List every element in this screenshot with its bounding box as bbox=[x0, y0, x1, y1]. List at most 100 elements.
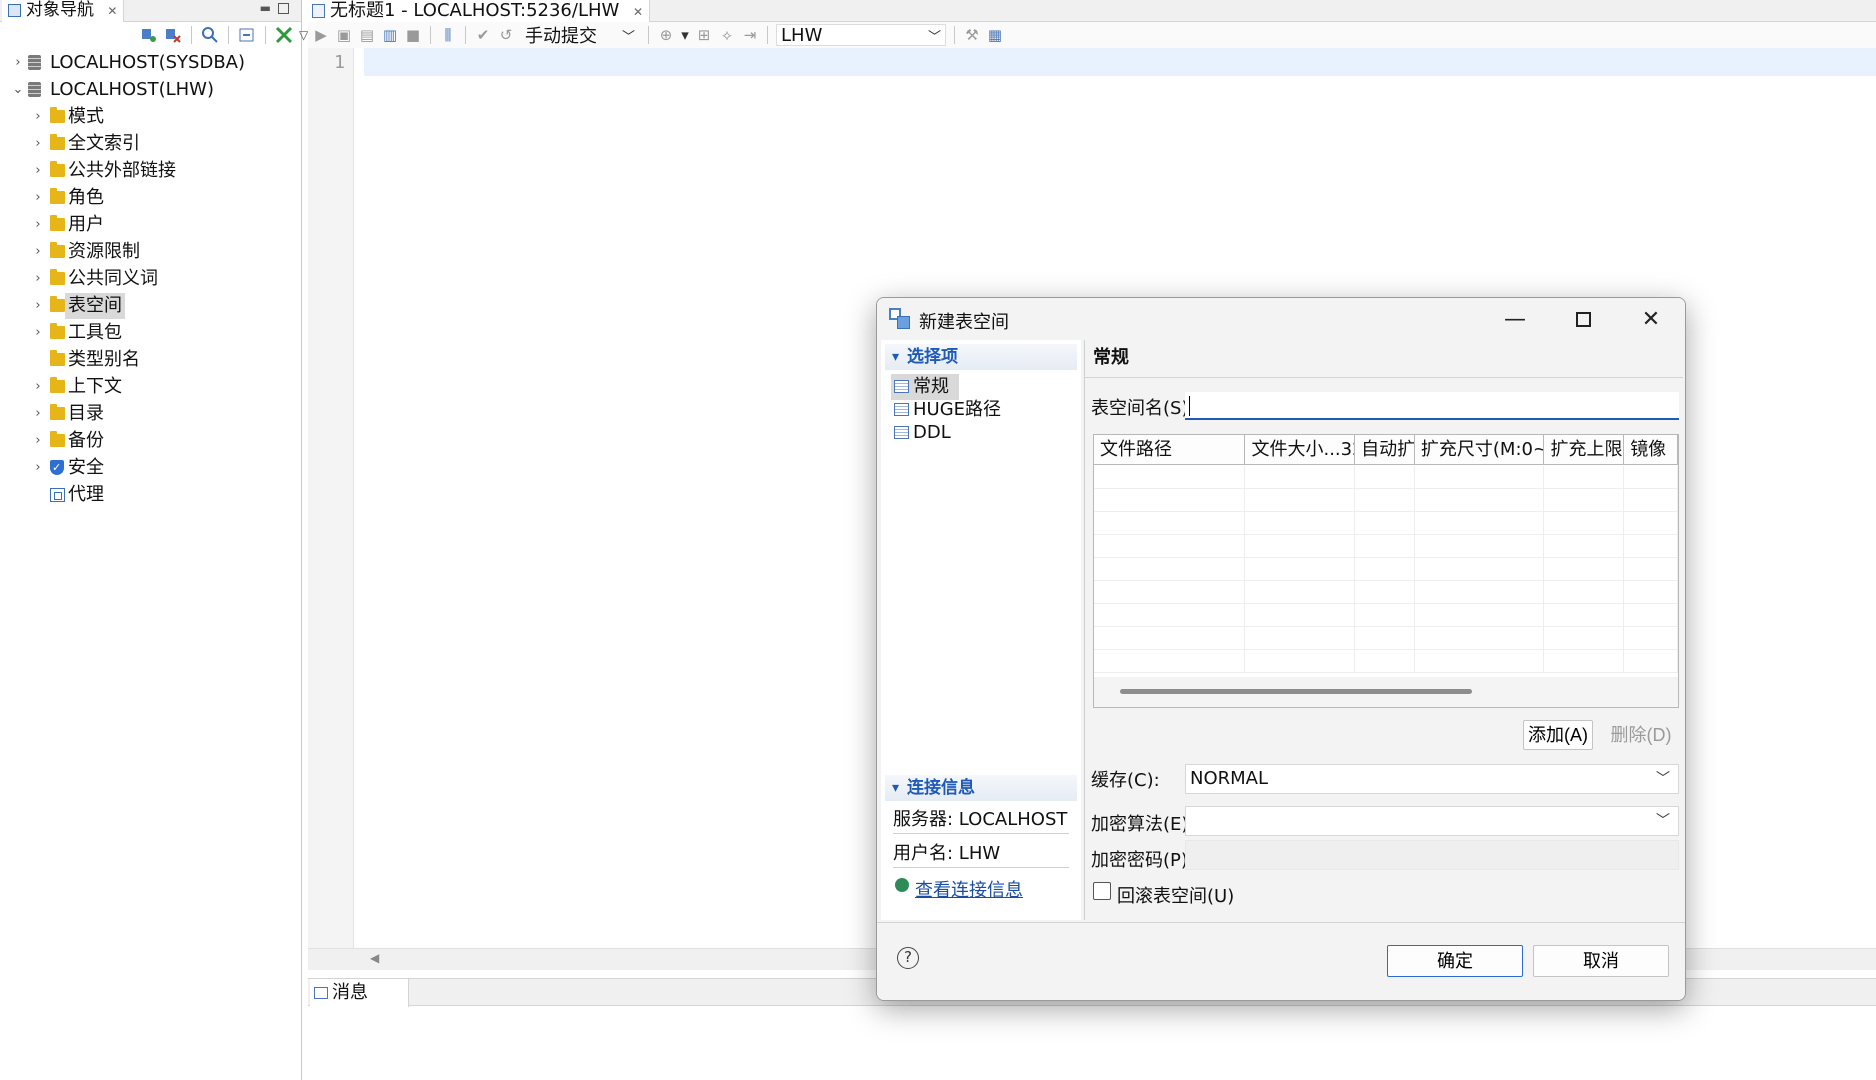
chevron-right-icon[interactable]: › bbox=[32, 374, 44, 400]
table-cell[interactable] bbox=[1094, 627, 1246, 650]
chevron-right-icon[interactable]: › bbox=[32, 266, 44, 292]
table-cell[interactable] bbox=[1355, 581, 1415, 604]
table-cell[interactable] bbox=[1544, 581, 1625, 604]
column-header[interactable]: 自动扩 bbox=[1355, 435, 1415, 465]
table-cell[interactable] bbox=[1094, 581, 1246, 604]
table-cell[interactable] bbox=[1094, 489, 1246, 512]
collapse-all-icon[interactable] bbox=[238, 26, 256, 44]
tree-item[interactable]: › 表空间 bbox=[0, 293, 300, 320]
tree-item[interactable]: › 公共外部链接 bbox=[0, 158, 300, 185]
table-cell[interactable] bbox=[1415, 627, 1545, 650]
delete-file-button[interactable]: 删除(D) bbox=[1603, 720, 1679, 750]
table-cell[interactable] bbox=[1415, 535, 1545, 558]
stop-icon[interactable]: ■ bbox=[404, 26, 422, 44]
tree-item[interactable]: › 安全 bbox=[0, 455, 300, 482]
tree-item[interactable]: › 全文索引 bbox=[0, 131, 300, 158]
table-horizontal-scrollbar[interactable] bbox=[1094, 677, 1678, 707]
table-cell[interactable] bbox=[1624, 581, 1678, 604]
table-cell[interactable] bbox=[1094, 604, 1246, 627]
tree-item[interactable]: › 备份 bbox=[0, 428, 300, 455]
connect-icon[interactable] bbox=[140, 26, 158, 44]
option-ddl[interactable]: DDL bbox=[891, 420, 961, 446]
table-cell[interactable] bbox=[1544, 627, 1625, 650]
table-row[interactable] bbox=[1094, 604, 1678, 627]
table-cell[interactable] bbox=[1094, 466, 1246, 489]
table-cell[interactable] bbox=[1624, 604, 1678, 627]
table-cell[interactable] bbox=[1355, 489, 1415, 512]
close-icon[interactable]: ✕ bbox=[107, 4, 117, 18]
table-cell[interactable] bbox=[1355, 627, 1415, 650]
sql-editor-text-area[interactable] bbox=[364, 48, 1876, 76]
table-cell[interactable] bbox=[1544, 466, 1625, 489]
table-cell[interactable] bbox=[1245, 466, 1356, 489]
run-selected-icon[interactable]: ▤ bbox=[358, 26, 376, 44]
table-row[interactable] bbox=[1094, 558, 1678, 581]
column-header[interactable]: 扩充上限 bbox=[1544, 435, 1625, 465]
table-cell[interactable] bbox=[1094, 650, 1246, 673]
table-cell[interactable] bbox=[1094, 558, 1246, 581]
editor-tab[interactable]: 无标题1 - LOCALHOST:5236/LHW ✕ bbox=[308, 0, 651, 22]
table-cell[interactable] bbox=[1544, 512, 1625, 535]
column-header[interactable]: 文件大小...32) bbox=[1245, 435, 1356, 465]
table-cell[interactable] bbox=[1624, 558, 1678, 581]
run-icon[interactable]: ▶ bbox=[312, 26, 330, 44]
table-cell[interactable] bbox=[1415, 581, 1545, 604]
view-connection-link[interactable]: 查看连接信息 bbox=[893, 876, 1023, 902]
scroll-left-icon[interactable]: ◀ bbox=[370, 951, 379, 965]
maximize-icon[interactable] bbox=[278, 3, 289, 14]
tree-item[interactable]: 代理 bbox=[0, 482, 300, 509]
tree-item[interactable]: › 资源限制 bbox=[0, 239, 300, 266]
chevron-right-icon[interactable]: › bbox=[32, 131, 44, 157]
table-cell[interactable] bbox=[1624, 650, 1678, 673]
chevron-right-icon[interactable]: › bbox=[12, 50, 24, 76]
table-row[interactable] bbox=[1094, 650, 1678, 673]
table-row[interactable] bbox=[1094, 627, 1678, 650]
chevron-right-icon[interactable]: › bbox=[32, 104, 44, 130]
commit-mode-select[interactable]: 手动提交 ﹀ bbox=[520, 24, 640, 47]
step-icon[interactable]: ⇥ bbox=[741, 26, 759, 44]
ok-button[interactable]: 确定 bbox=[1387, 945, 1523, 977]
table-cell[interactable] bbox=[1355, 558, 1415, 581]
table-cell[interactable] bbox=[1355, 535, 1415, 558]
table-cell[interactable] bbox=[1245, 535, 1356, 558]
table-cell[interactable] bbox=[1245, 604, 1356, 627]
table-row[interactable] bbox=[1094, 466, 1678, 489]
cache-select[interactable]: NORMAL ﹀ bbox=[1185, 764, 1679, 794]
close-icon[interactable]: ✕ bbox=[633, 5, 643, 19]
chevron-right-icon[interactable]: › bbox=[32, 239, 44, 265]
tree-item[interactable]: › LOCALHOST(SYSDBA) bbox=[0, 50, 300, 77]
tree-item[interactable]: › 模式 bbox=[0, 104, 300, 131]
query-icon[interactable]: ⊞ bbox=[695, 26, 713, 44]
table-cell[interactable] bbox=[1544, 535, 1625, 558]
table-cell[interactable] bbox=[1245, 558, 1356, 581]
table-cell[interactable] bbox=[1245, 650, 1356, 673]
table-cell[interactable] bbox=[1415, 512, 1545, 535]
table-cell[interactable] bbox=[1094, 535, 1246, 558]
minimize-icon[interactable]: ▬ bbox=[260, 1, 271, 15]
table-cell[interactable] bbox=[1415, 466, 1545, 489]
table-cell[interactable] bbox=[1624, 466, 1678, 489]
commit-icon[interactable]: ✔ bbox=[474, 26, 492, 44]
chevron-right-icon[interactable]: › bbox=[32, 320, 44, 346]
maximize-button[interactable] bbox=[1555, 304, 1611, 334]
datafile-table-body[interactable] bbox=[1094, 466, 1678, 674]
table-row[interactable] bbox=[1094, 512, 1678, 535]
link-editor-icon[interactable] bbox=[275, 26, 293, 44]
chevron-right-icon[interactable]: › bbox=[32, 401, 44, 427]
datafile-table[interactable]: 文件路径文件大小...32)自动扩扩充尺寸(M:0~扩充上限镜像 bbox=[1093, 434, 1679, 708]
table-cell[interactable] bbox=[1624, 627, 1678, 650]
chevron-down-icon[interactable]: ⌄ bbox=[12, 77, 24, 103]
table-cell[interactable] bbox=[1245, 627, 1356, 650]
table-cell[interactable] bbox=[1245, 512, 1356, 535]
table-cell[interactable] bbox=[1415, 489, 1545, 512]
table-row[interactable] bbox=[1094, 489, 1678, 512]
chevron-right-icon[interactable]: › bbox=[32, 212, 44, 238]
table-cell[interactable] bbox=[1245, 489, 1356, 512]
tree-item[interactable]: › 公共同义词 bbox=[0, 266, 300, 293]
table-cell[interactable] bbox=[1544, 650, 1625, 673]
save-icon[interactable]: ▦ bbox=[986, 26, 1004, 44]
table-cell[interactable] bbox=[1624, 489, 1678, 512]
tools-icon[interactable]: ⚒ bbox=[963, 26, 981, 44]
chevron-right-icon[interactable]: › bbox=[32, 428, 44, 454]
disconnect-icon[interactable] bbox=[164, 26, 182, 44]
